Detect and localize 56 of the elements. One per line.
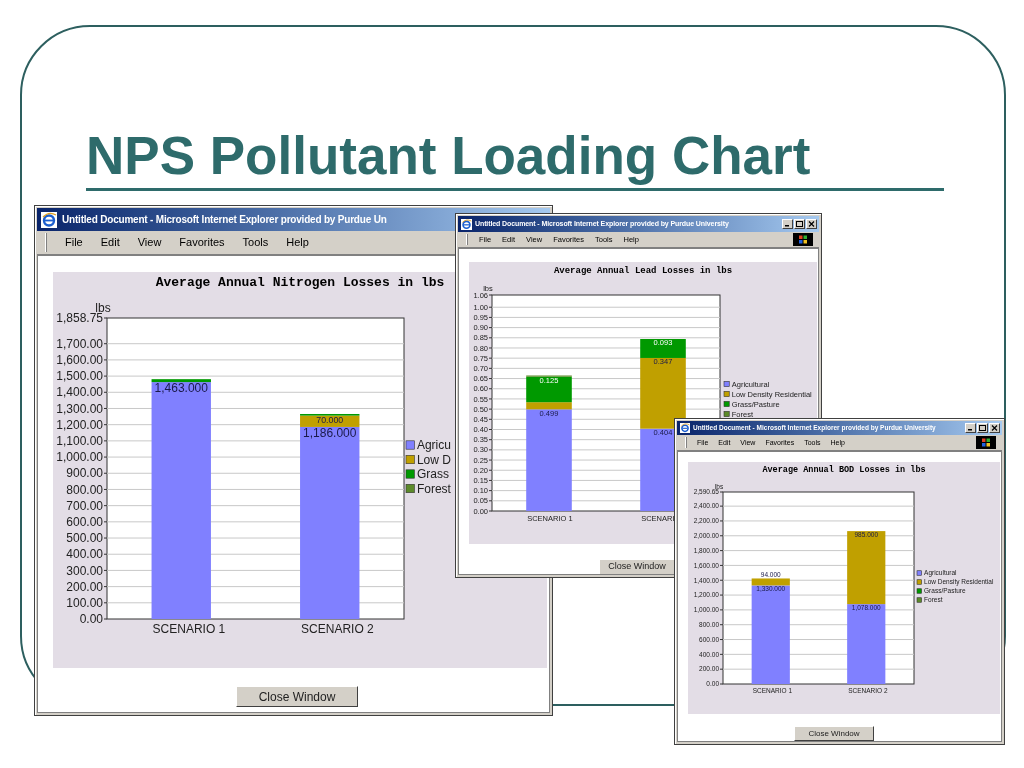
close-icon — [991, 425, 998, 431]
tick-label: 900.00 — [66, 466, 103, 481]
close-window-button[interactable]: Close Window — [794, 726, 874, 741]
tick-label: 100.00 — [66, 596, 103, 610]
slide-title: NPS Pollutant Loading Chart — [86, 128, 812, 184]
close-icon — [808, 221, 815, 227]
close-window-button[interactable]: Close Window — [599, 559, 675, 574]
value-label: 70.000 — [316, 415, 344, 426]
tick-label: 1,000.00 — [56, 450, 103, 465]
maximize-icon — [979, 425, 986, 431]
maximize-button[interactable] — [794, 219, 805, 229]
category-label: SCENARIO 2 — [301, 622, 374, 636]
browser-icon — [41, 211, 57, 228]
value-label: 1,463.000 — [154, 381, 208, 396]
tick-label: 1,600.00 — [56, 353, 103, 368]
menu-item[interactable]: Edit — [100, 237, 120, 248]
chart-title: Average Annual Lead Losses in lbs — [553, 266, 733, 276]
value-label: 1,186.000 — [303, 426, 357, 441]
browser-icon — [680, 423, 690, 433]
category-label: SCENARIO 1 — [152, 622, 226, 636]
flag-logo-icon — [976, 436, 996, 449]
menu-item[interactable]: Tools — [242, 237, 269, 248]
chart-title: Average Annual BOD Losses in lbs — [762, 465, 926, 475]
maximize-button[interactable] — [977, 423, 988, 433]
window-title: Untitled Document - Microsoft Internet Explorer provided by Purdue Un — [62, 213, 387, 227]
tick-label: 0.00 — [79, 612, 103, 627]
maximize-icon — [796, 221, 803, 227]
minimize-button[interactable] — [965, 423, 976, 433]
close-window-button[interactable]: Close Window — [236, 686, 358, 707]
flag-logo-icon — [793, 233, 813, 246]
tick-label: 200.00 — [66, 579, 103, 594]
tick-label: 1,100.00 — [56, 434, 103, 449]
minimize-button[interactable] — [782, 219, 793, 229]
tick-label: 800.00 — [66, 482, 103, 497]
legend-label: Low D — [416, 452, 451, 467]
tick-label: 300.00 — [66, 563, 103, 578]
tick-label: 1,400.00 — [56, 385, 103, 400]
chart-title: Average Annual Nitrogen Losses in lbs — [155, 275, 445, 290]
legend-label: Agricu — [416, 438, 451, 453]
close-button[interactable] — [806, 219, 817, 229]
tick-label: 1,700.00 — [56, 336, 103, 351]
legend-label: Forest — [416, 481, 451, 496]
legend-label: Grass — [416, 467, 449, 482]
tick-label: 600.00 — [66, 515, 103, 530]
menu-item[interactable]: View — [137, 237, 162, 248]
close-button[interactable] — [989, 423, 1000, 433]
tick-label: 500.00 — [66, 531, 103, 546]
browser-icon — [461, 218, 472, 230]
menu-item[interactable]: File — [65, 237, 83, 248]
menu-item[interactable]: Help — [286, 237, 309, 248]
tick-label: 1,200.00 — [56, 417, 103, 432]
menu-item[interactable]: Favorites — [179, 237, 225, 248]
tick-label: 1,300.00 — [56, 401, 103, 416]
tick-label: 1,500.00 — [56, 369, 103, 384]
tick-label: 700.00 — [66, 498, 103, 513]
tick-label: 400.00 — [66, 547, 103, 562]
